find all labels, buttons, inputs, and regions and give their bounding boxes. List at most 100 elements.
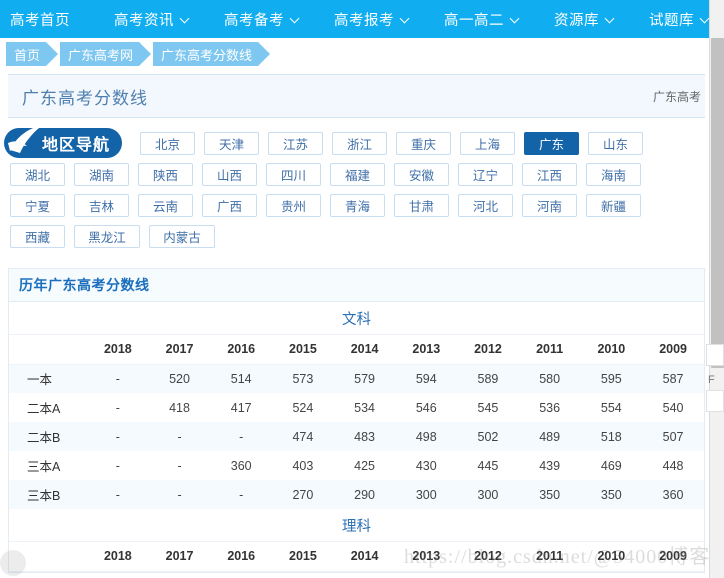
nav-item-prepare[interactable]: 高考备考 (224, 9, 300, 30)
region-button-anhui[interactable]: 安徽 (394, 163, 449, 186)
row-label: 二本B (27, 431, 61, 445)
cell: 573 (292, 371, 314, 386)
region-button-shaanxi[interactable]: 陕西 (138, 163, 193, 186)
sidebar-search-input[interactable] (706, 344, 724, 366)
breadcrumb-item-home[interactable]: 首页 (6, 41, 61, 67)
region-button-label: 内蒙古 (163, 231, 201, 245)
section-title-liberal-arts: 文科 (9, 302, 704, 335)
region-button-shanxi[interactable]: 山西 (202, 163, 257, 186)
region-button-shanghai[interactable]: 上海 (460, 132, 515, 155)
scrollbar-thumb[interactable] (711, 38, 724, 368)
region-button-liaoning[interactable]: 辽宁 (458, 163, 513, 186)
col-header-2018: 2018 (103, 342, 132, 357)
right-sidebar-clipped: F (706, 344, 724, 456)
breadcrumb-item-guangdong-site[interactable]: 广东高考网 (60, 41, 154, 67)
region-button-label: 河南 (536, 200, 562, 214)
table-row: 三本A - - 360 403 425 430 445 439 469 448 (9, 451, 704, 480)
nav-item-apply[interactable]: 高考报考 (334, 9, 410, 30)
region-button-label: 福建 (344, 169, 370, 183)
cell: 469 (600, 458, 622, 473)
col-header-2017: 2017 (165, 549, 194, 564)
sidebar-link[interactable] (706, 436, 724, 456)
region-button-qinghai[interactable]: 青海 (330, 194, 385, 217)
region-navigation: 地区导航 北京 天津 江苏 浙江 重庆 上海 广东 山东 湖北 湖南 陕西 山西… (0, 125, 710, 252)
cell: 514 (230, 371, 252, 386)
sidebar-text (706, 416, 724, 436)
region-button-zhejiang[interactable]: 浙江 (332, 132, 387, 155)
nav-item-label: 高一高二 (444, 12, 504, 29)
cell: 439 (539, 458, 561, 473)
cell: 594 (415, 371, 437, 386)
region-button-label: 海南 (600, 169, 626, 183)
region-button-neimenggu[interactable]: 内蒙古 (149, 225, 215, 248)
cell: 448 (662, 458, 684, 473)
col-header-2009: 2009 (659, 549, 687, 564)
region-button-label: 陕西 (152, 169, 178, 183)
col-header-2014: 2014 (350, 549, 379, 564)
score-table-liberal-arts: 2018 2017 2016 2015 2014 2013 2012 2011 … (9, 335, 704, 509)
col-header-2015: 2015 (289, 549, 317, 564)
cell: 418 (169, 400, 190, 415)
region-button-henan[interactable]: 河南 (522, 194, 577, 217)
region-button-chongqing[interactable]: 重庆 (396, 132, 451, 155)
region-button-jilin[interactable]: 吉林 (74, 194, 129, 217)
table-row: 三本B - - - 270 290 300 300 350 350 360 (9, 480, 704, 509)
vertical-scrollbar[interactable] (709, 0, 724, 578)
nav-item-resources[interactable]: 资源库 (554, 9, 615, 30)
region-button-jiangsu[interactable]: 江苏 (268, 132, 323, 155)
cell: 350 (600, 487, 622, 502)
region-button-label: 湖北 (24, 169, 50, 183)
region-button-guangdong[interactable]: 广东 (524, 132, 579, 155)
region-button-label: 四川 (280, 169, 306, 183)
region-button-guizhou[interactable]: 贵州 (266, 194, 321, 217)
region-button-yunnan[interactable]: 云南 (138, 194, 193, 217)
cell: 524 (292, 400, 314, 415)
region-button-guangxi[interactable]: 广西 (202, 194, 257, 217)
cell: - (115, 429, 120, 444)
table-header-row: 2018 2017 2016 2015 2014 2013 2012 2011 … (9, 542, 704, 571)
region-button-fujian[interactable]: 福建 (330, 163, 385, 186)
breadcrumb-item-current[interactable]: 广东高考分数线 (153, 41, 273, 67)
col-header-2010: 2010 (597, 342, 626, 357)
region-button-tianjin[interactable]: 天津 (204, 132, 259, 155)
chevron-down-icon (401, 15, 410, 24)
cell: 489 (539, 429, 561, 444)
region-button-label: 天津 (218, 138, 244, 152)
region-button-label: 上海 (474, 138, 500, 152)
region-button-hubei[interactable]: 湖北 (10, 163, 65, 186)
region-button-label: 安徽 (408, 169, 434, 183)
region-button-jiangxi[interactable]: 江西 (522, 163, 577, 186)
sidebar-panel-item[interactable] (706, 390, 724, 412)
nav-item-question-bank[interactable]: 试题库 (649, 9, 710, 30)
cell: 360 (662, 487, 684, 502)
region-button-sichuan[interactable]: 四川 (266, 163, 321, 186)
region-button-xizang[interactable]: 西藏 (10, 225, 65, 248)
score-line-card: 历年广东高考分数线 文科 2018 2017 2016 2015 2014 20… (8, 268, 705, 573)
region-button-label: 山东 (602, 138, 628, 152)
nav-item-grade12[interactable]: 高一高二 (444, 9, 520, 30)
page-title-aside: 广东高考 (652, 89, 701, 104)
region-button-hainan[interactable]: 海南 (586, 163, 641, 186)
region-button-heilongjiang[interactable]: 黑龙江 (74, 225, 140, 248)
nav-item-news[interactable]: 高考资讯 (114, 9, 190, 30)
region-button-shandong[interactable]: 山东 (588, 132, 643, 155)
region-button-xinjiang[interactable]: 新疆 (586, 194, 641, 217)
nav-item-home[interactable]: 高考首页 (10, 9, 70, 30)
region-button-gansu[interactable]: 甘肃 (394, 194, 449, 217)
region-button-ningxia[interactable]: 宁夏 (10, 194, 65, 217)
browser-viewport: 高考首页 高考资讯 高考备考 高考报考 高一高二 资源库 试题库 首页 广东高考… (0, 0, 724, 578)
region-button-label: 北京 (154, 138, 180, 152)
cell: 589 (477, 371, 499, 386)
cell: 350 (539, 487, 561, 502)
region-button-label: 宁夏 (24, 200, 50, 214)
region-button-hunan[interactable]: 湖南 (74, 163, 129, 186)
cell: 360 (230, 458, 252, 473)
chevron-down-icon (511, 15, 520, 24)
region-button-hebei[interactable]: 河北 (458, 194, 513, 217)
cell: 300 (415, 487, 437, 502)
cell: 580 (539, 371, 561, 386)
region-button-beijing[interactable]: 北京 (140, 132, 195, 155)
cell: 507 (662, 429, 684, 444)
col-header-2013: 2013 (412, 342, 441, 357)
col-header-2011: 2011 (536, 342, 564, 357)
